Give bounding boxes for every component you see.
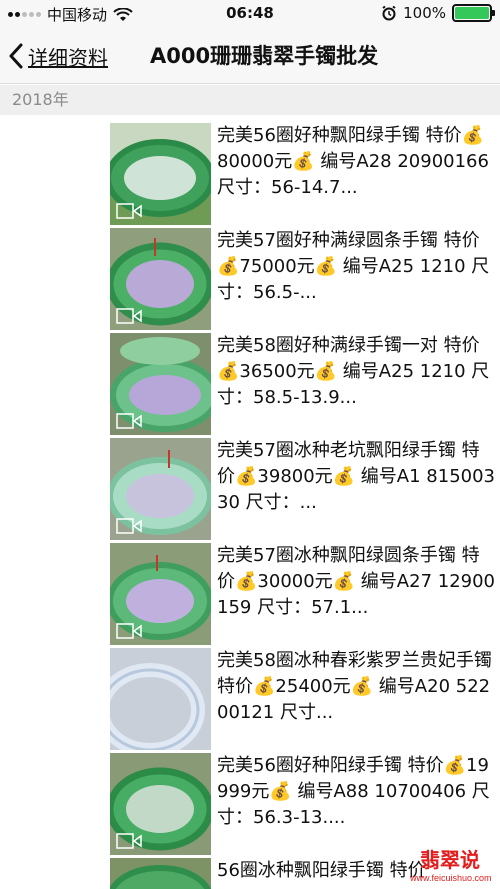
item-text: 完美58圈好种满绿手镯一对 特价💰36500元💰 编号A25 1210 尺寸：5… bbox=[217, 335, 490, 408]
battery-percent: 100% bbox=[403, 4, 446, 22]
watermark-logo: 翡翠说 www.feicuishuo.com bbox=[410, 844, 492, 883]
list-item[interactable]: 完美56圈好种阳绿手镯 特价💰19999元💰 编号A88 10700406 尺寸… bbox=[110, 753, 495, 855]
item-text: 完美57圈冰种飘阳绿圆条手镯 特价💰30000元💰 编号A27 12900159… bbox=[217, 545, 495, 618]
video-icon bbox=[116, 518, 142, 534]
video-icon bbox=[116, 308, 142, 324]
list-item[interactable]: 完美57圈好种满绿圆条手镯 特价💰75000元💰 编号A25 1210 尺寸：5… bbox=[110, 228, 495, 330]
year-header: 2018年 bbox=[0, 85, 500, 115]
watermark-sub: www.feicuishuo.com bbox=[410, 873, 492, 883]
item-text: 完美58圈冰种春彩紫罗兰贵妃手镯 特价💰25400元💰 编号A20 522001… bbox=[217, 650, 492, 723]
list-item[interactable]: 完美58圈冰种春彩紫罗兰贵妃手镯 特价💰25400元💰 编号A20 522001… bbox=[110, 648, 495, 750]
video-icon bbox=[116, 203, 142, 219]
page-title: A000珊珊翡翠手镯批发 bbox=[150, 44, 379, 68]
bangle-thumbnail[interactable] bbox=[110, 228, 211, 330]
back-button-label: 详细资料 bbox=[28, 45, 108, 70]
navigation-bar: 详细资料 A000珊珊翡翠手镯批发 bbox=[0, 28, 500, 84]
status-bar: 中国移动 06:48 100% bbox=[0, 0, 500, 28]
bangle-thumbnail[interactable] bbox=[110, 753, 211, 855]
list-item[interactable]: 完美57圈冰种飘阳绿圆条手镯 特价💰30000元💰 编号A27 12900159… bbox=[110, 543, 495, 645]
bangle-thumbnail[interactable] bbox=[110, 543, 211, 645]
item-text: 完美57圈冰种老坑飘阳绿手镯 特价💰39800元💰 编号A1 81500330 … bbox=[217, 440, 495, 513]
bangle-thumbnail[interactable] bbox=[110, 858, 211, 889]
status-right: 100% bbox=[381, 4, 495, 22]
moments-feed[interactable]: 完美56圈好种飘阳绿手镯 特价💰80000元💰 编号A28 20900166 尺… bbox=[0, 115, 500, 889]
chevron-left-icon bbox=[9, 43, 23, 69]
video-icon bbox=[116, 833, 142, 849]
bangle-thumbnail[interactable] bbox=[110, 333, 211, 435]
video-icon bbox=[116, 413, 142, 429]
video-icon bbox=[116, 623, 142, 639]
item-text: 完美56圈好种阳绿手镯 特价💰19999元💰 编号A88 10700406 尺寸… bbox=[217, 755, 490, 828]
alarm-icon bbox=[382, 5, 396, 21]
battery-icon bbox=[452, 4, 495, 22]
item-text: 完美56圈好种飘阳绿手镯 特价💰80000元💰 编号A28 20900166 尺… bbox=[217, 125, 489, 198]
bangle-thumbnail[interactable] bbox=[110, 438, 211, 540]
list-item[interactable]: 完美57圈冰种老坑飘阳绿手镯 特价💰39800元💰 编号A1 81500330 … bbox=[110, 438, 495, 540]
list-item[interactable]: 完美56圈好种飘阳绿手镯 特价💰80000元💰 编号A28 20900166 尺… bbox=[110, 123, 495, 225]
bangle-thumbnail[interactable] bbox=[110, 648, 211, 750]
bangle-thumbnail[interactable] bbox=[110, 123, 211, 225]
item-text: 完美57圈好种满绿圆条手镯 特价💰75000元💰 编号A25 1210 尺寸：5… bbox=[217, 230, 490, 303]
watermark-main: 翡翠说 bbox=[420, 850, 480, 872]
battery-fill bbox=[455, 7, 489, 19]
back-button[interactable]: 详细资料 bbox=[8, 40, 108, 72]
list-item[interactable]: 完美58圈好种满绿手镯一对 特价💰36500元💰 编号A25 1210 尺寸：5… bbox=[110, 333, 495, 435]
